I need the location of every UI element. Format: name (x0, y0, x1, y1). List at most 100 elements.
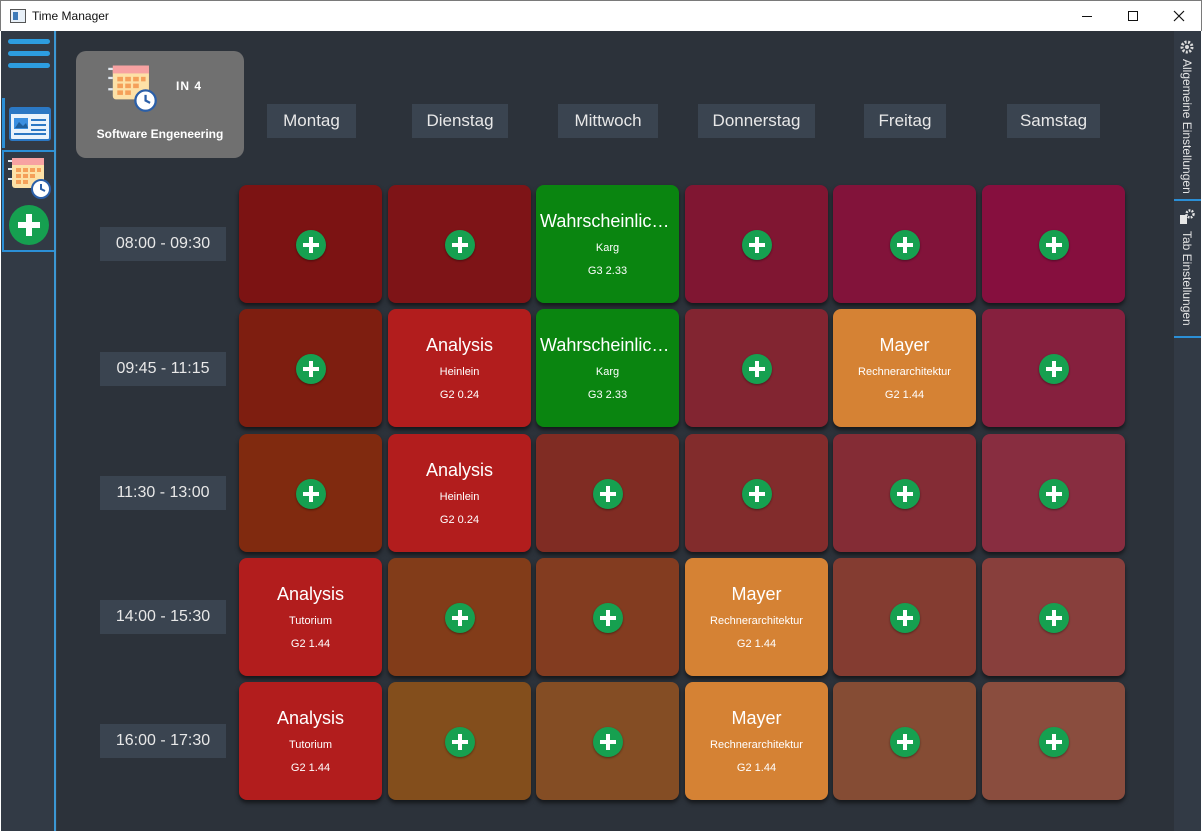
app-client: Allgemeine Einstellungen Tab Einstellung… (1, 31, 1201, 831)
empty-slot[interactable] (239, 185, 382, 303)
empty-slot[interactable] (833, 558, 976, 676)
empty-slot[interactable] (536, 682, 679, 800)
lecture-title: Analysis (276, 584, 345, 604)
lecture-card[interactable]: Wahrscheinlich... Karg G3 2.33 (536, 309, 679, 427)
add-icon[interactable] (742, 479, 772, 509)
lecture-title: Wahrscheinlich... (540, 335, 677, 355)
empty-slot[interactable] (388, 185, 531, 303)
day-header: Montag (267, 104, 356, 138)
lecture-card[interactable]: Analysis Tutorium G2 1.44 (239, 682, 382, 800)
empty-slot[interactable] (685, 185, 828, 303)
empty-slot[interactable] (833, 682, 976, 800)
empty-slot[interactable] (982, 434, 1125, 552)
lecture-title: Analysis (425, 335, 494, 355)
lecture-title: Wahrscheinlich... (540, 211, 677, 231)
time-slot-label: 14:00 - 15:30 (100, 600, 226, 634)
minimize-button[interactable] (1064, 1, 1110, 31)
hamburger-icon-line (8, 51, 50, 56)
empty-slot[interactable] (239, 309, 382, 427)
lecture-room: G2 1.44 (736, 638, 777, 650)
add-icon[interactable] (1039, 603, 1069, 633)
lecture-card[interactable]: Analysis Tutorium G2 1.44 (239, 558, 382, 676)
maximize-icon (1128, 11, 1138, 21)
lecture-card[interactable]: Mayer Rechnerarchitektur G2 1.44 (833, 309, 976, 427)
lecture-card[interactable]: Wahrscheinlich... Karg G3 2.33 (536, 185, 679, 303)
lecture-teacher: Tutorium (289, 615, 332, 627)
empty-slot[interactable] (536, 558, 679, 676)
lecture-room: G2 1.44 (736, 762, 777, 774)
add-icon[interactable] (445, 727, 475, 757)
add-icon[interactable] (742, 354, 772, 384)
day-header: Dienstag (412, 104, 508, 138)
add-icon[interactable] (742, 230, 772, 260)
gear-icon (1180, 40, 1194, 54)
calendar-clock-icon[interactable] (6, 154, 52, 200)
add-icon[interactable] (296, 354, 326, 384)
empty-slot[interactable] (982, 682, 1125, 800)
lecture-room: G3 2.33 (587, 265, 628, 277)
lecture-card[interactable]: Analysis Heinlein G2 0.24 (388, 434, 531, 552)
window-titlebar: Time Manager (0, 0, 1202, 31)
lecture-teacher: Heinlein (439, 366, 480, 378)
lecture-card[interactable]: Mayer Rechnerarchitektur G2 1.44 (685, 682, 828, 800)
add-icon[interactable] (890, 727, 920, 757)
empty-slot[interactable] (685, 309, 828, 427)
empty-slot[interactable] (833, 434, 976, 552)
tab-tab-settings[interactable]: Tab Einstellungen (1174, 201, 1201, 338)
add-icon[interactable] (890, 479, 920, 509)
minimize-icon (1082, 15, 1092, 17)
add-icon[interactable] (593, 603, 623, 633)
left-nav-edge (54, 31, 56, 831)
add-icon[interactable] (296, 230, 326, 260)
add-icon[interactable] (296, 479, 326, 509)
time-slot-label: 09:45 - 11:15 (100, 352, 226, 386)
add-icon[interactable] (445, 603, 475, 633)
add-icon[interactable] (1039, 727, 1069, 757)
course-card[interactable]: IN 4 Software Engeneering (76, 51, 244, 158)
add-icon[interactable] (593, 479, 623, 509)
add-icon[interactable] (445, 230, 475, 260)
menu-button[interactable] (8, 39, 50, 71)
course-code: IN 4 (176, 79, 203, 93)
app-icon (10, 9, 26, 23)
dashboard-icon (9, 107, 51, 141)
lecture-card[interactable]: Mayer Rechnerarchitektur G2 1.44 (685, 558, 828, 676)
lecture-room: G2 1.44 (290, 762, 331, 774)
add-icon[interactable] (593, 727, 623, 757)
right-settings-panel: Allgemeine Einstellungen Tab Einstellung… (1174, 31, 1201, 831)
add-icon[interactable] (890, 230, 920, 260)
hamburger-icon (8, 39, 50, 44)
lecture-title: Mayer (731, 584, 782, 604)
empty-slot[interactable] (982, 309, 1125, 427)
lecture-teacher: Karg (595, 366, 620, 378)
add-icon[interactable] (1039, 230, 1069, 260)
empty-slot[interactable] (388, 558, 531, 676)
empty-slot[interactable] (982, 185, 1125, 303)
lecture-title: Analysis (276, 708, 345, 728)
close-button[interactable] (1156, 1, 1202, 31)
empty-slot[interactable] (239, 434, 382, 552)
empty-slot[interactable] (833, 185, 976, 303)
lecture-card[interactable]: Analysis Heinlein G2 0.24 (388, 309, 531, 427)
time-slot-label: 16:00 - 17:30 (100, 724, 226, 758)
maximize-button[interactable] (1110, 1, 1156, 31)
add-icon (18, 214, 40, 236)
tab-general-settings[interactable]: Allgemeine Einstellungen (1174, 31, 1201, 201)
empty-slot[interactable] (388, 682, 531, 800)
day-header: Donnerstag (698, 104, 815, 138)
lecture-teacher: Karg (595, 242, 620, 254)
empty-slot[interactable] (536, 434, 679, 552)
add-icon[interactable] (1039, 479, 1069, 509)
window-title: Time Manager (32, 9, 109, 23)
add-icon[interactable] (1039, 354, 1069, 384)
lecture-teacher: Rechnerarchitektur (710, 739, 803, 751)
add-timetable-button[interactable] (9, 205, 49, 245)
time-slot-label: 08:00 - 09:30 (100, 227, 226, 261)
lecture-title: Mayer (731, 708, 782, 728)
lecture-room: G3 2.33 (587, 389, 628, 401)
nav-item-dashboard[interactable] (2, 98, 54, 148)
time-slot-label: 11:30 - 13:00 (100, 476, 226, 510)
empty-slot[interactable] (982, 558, 1125, 676)
add-icon[interactable] (890, 603, 920, 633)
empty-slot[interactable] (685, 434, 828, 552)
